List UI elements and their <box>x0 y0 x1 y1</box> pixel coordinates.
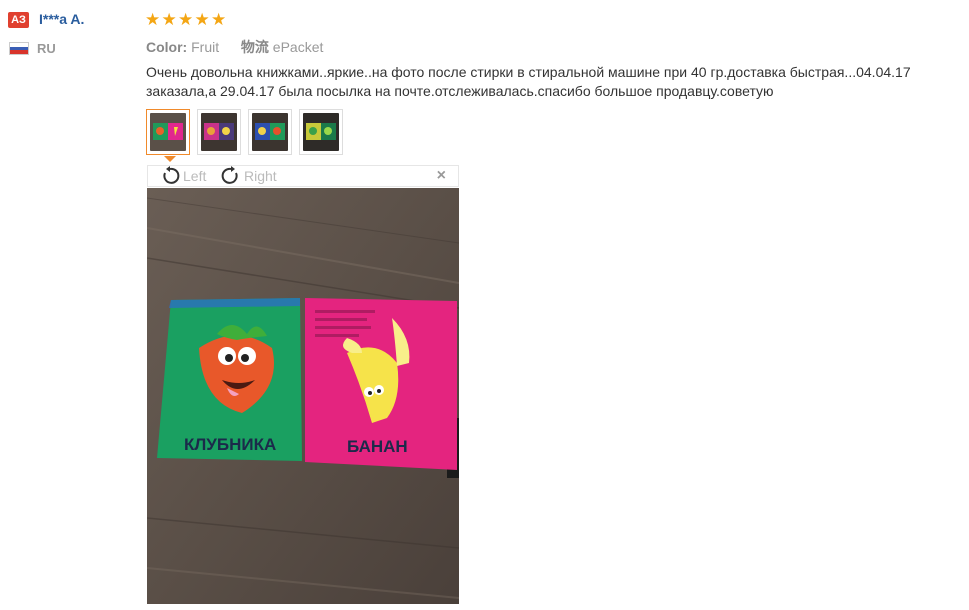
close-icon[interactable]: × <box>437 167 446 185</box>
book-right-page: БАНАН <box>305 298 457 470</box>
rotate-right-button[interactable]: Right <box>220 165 277 187</box>
star-icon: ★ <box>194 10 210 29</box>
image-viewer-toolbar: Left Right × <box>147 165 459 187</box>
thumbnail-image <box>201 113 237 151</box>
reviewer-name[interactable]: I***a A. <box>39 11 84 27</box>
color-label: Color: <box>146 39 188 55</box>
review-photo: КЛУБНИКА БАНАН <box>147 188 459 604</box>
shipping-value: ePacket <box>272 39 324 55</box>
rotate-right-label: Right <box>244 168 277 184</box>
rotate-left-label: Left <box>183 168 207 184</box>
active-thumbnail-caret <box>164 156 176 162</box>
thumbnail-1[interactable] <box>146 109 190 155</box>
russia-flag-icon <box>9 42 29 55</box>
avatar-badge: АЗ <box>8 12 29 28</box>
thumbnail-image <box>252 113 288 151</box>
star-icon: ★ <box>211 10 227 29</box>
review-text: Очень довольна книжками..яркие..на фото … <box>146 64 911 99</box>
rotate-left-icon <box>163 166 180 184</box>
color-value: Fruit <box>191 39 220 55</box>
left-page-caption: КЛУБНИКА <box>184 435 276 454</box>
rotate-left-button[interactable]: Left <box>159 165 206 187</box>
star-rating: ★ ★ ★ ★ ★ <box>145 10 228 30</box>
reviewer-country: RU <box>37 41 56 56</box>
thumbnail-image <box>303 113 339 151</box>
photo-thumbnails <box>146 109 343 155</box>
book-left-page: КЛУБНИКА <box>157 298 302 461</box>
photo-image: КЛУБНИКА БАНАН <box>147 188 459 604</box>
shipping-label: 物流 <box>240 39 269 55</box>
thumbnail-4[interactable] <box>299 109 343 155</box>
thumbnail-image <box>150 113 186 151</box>
star-icon: ★ <box>161 10 177 29</box>
thumbnail-2[interactable] <box>197 109 241 155</box>
right-page-caption: БАНАН <box>347 437 408 456</box>
rotate-right-icon <box>221 166 238 184</box>
thumbnail-3[interactable] <box>248 109 292 155</box>
star-icon: ★ <box>145 10 161 29</box>
star-icon: ★ <box>178 10 194 29</box>
order-meta: Color: Fruit 物流 ePacket <box>146 37 323 57</box>
